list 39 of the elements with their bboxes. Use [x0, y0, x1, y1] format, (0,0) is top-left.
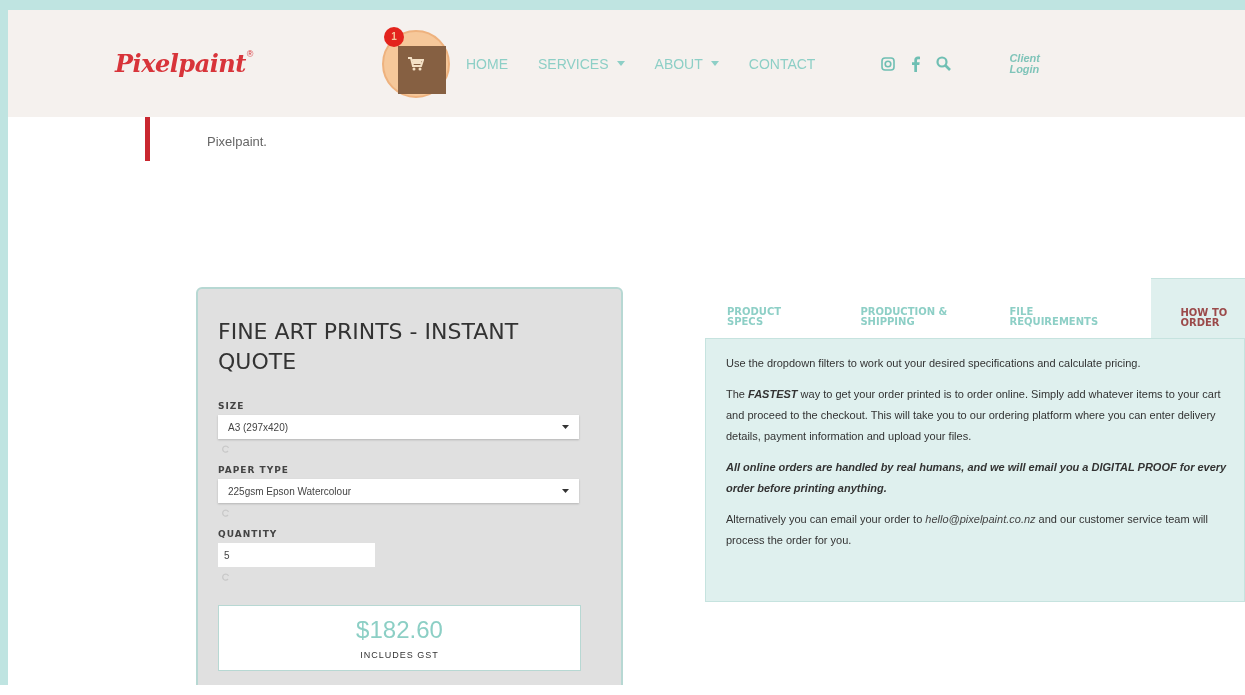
caret-icon [562, 489, 569, 493]
nav-link[interactable]: CONTACT [748, 55, 816, 72]
reset-icon [222, 509, 230, 517]
cart-icon [408, 56, 424, 71]
field-label: PAPER TYPE [218, 465, 290, 475]
paragraph: All online orders are handled by real humans, and we will email you a DIGITAL PROOF for every order before printing anything. [726, 460, 1228, 496]
tab[interactable]: PRODUCTION & SHIPPING [852, 278, 1002, 338]
caret-icon [562, 425, 569, 429]
dropdown-field[interactable]: 225gsm Epson Watercolour [218, 479, 579, 503]
caret-icon [616, 61, 625, 66]
tab[interactable]: FILE REQUIREMENTS [1001, 278, 1151, 338]
nav-link[interactable]: SERVICES [538, 55, 625, 72]
field-label: QUANTITY [218, 529, 279, 539]
email-link[interactable]: hello@pixelpaint.co.nz [925, 513, 1036, 525]
quote-bar [145, 117, 150, 161]
registered-mark: ® [246, 49, 254, 59]
quantity-field[interactable]: 5 [218, 543, 375, 567]
nav-link[interactable]: HOME [466, 55, 508, 72]
search-icon[interactable] [936, 56, 952, 71]
price: $182.60 [355, 616, 444, 644]
price-note: INCLUDES GST [359, 650, 440, 660]
paragraph: Alternatively you can email your order to hello@pixelpaint.co.nz and our customer service team will process the order for you. [726, 512, 1209, 548]
paragraph: Use the dropdown filters to work out your desired specifications and calculate pricing. [726, 356, 1142, 371]
reset-icon [222, 445, 230, 453]
caret-icon [710, 61, 719, 66]
nav-link[interactable]: ABOUT [654, 55, 719, 72]
quote-text: Pixelpaint. [207, 134, 267, 149]
instagram-icon[interactable] [881, 56, 896, 71]
facebook-icon[interactable] [911, 55, 921, 72]
dropdown-field[interactable]: A3 (297x420) [218, 415, 579, 439]
card-title: FINE ART PRINTS - INSTANT QUOTE [218, 318, 520, 376]
logo[interactable]: Pixelpaint [115, 49, 246, 78]
paragraph: The FASTEST way to get your order printed is to order online. Simply add whatever items to your cart and proceed to the checkout. This will take you to our ordering platform where you can enter delivery details, payment information and upload your files. [726, 387, 1222, 444]
tab[interactable]: PRODUCT SPECS [705, 278, 853, 338]
tab[interactable]: HOW TO ORDER [1150, 278, 1245, 338]
client-login-link[interactable]: Client Login [1009, 52, 1050, 75]
reset-icon [222, 573, 230, 581]
cart-count-badge: 1 [384, 26, 404, 47]
field-label: SIZE [218, 401, 246, 411]
